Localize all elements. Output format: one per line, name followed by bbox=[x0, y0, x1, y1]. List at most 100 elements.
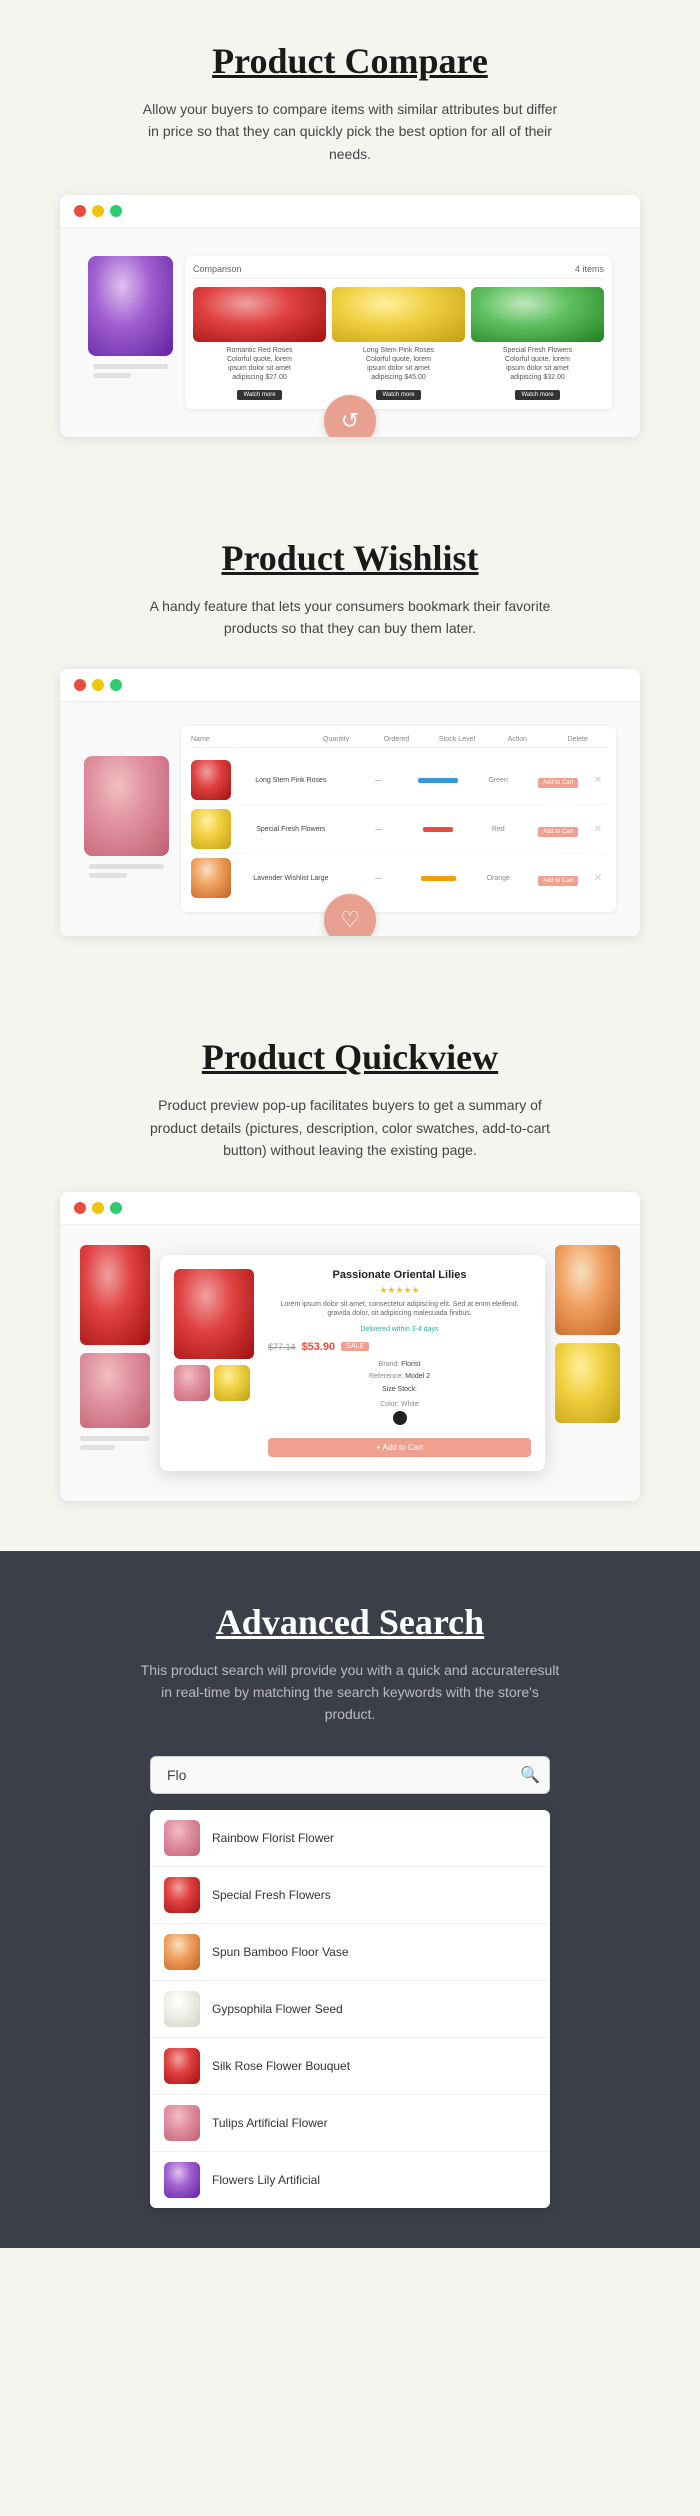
wr1-name: Long Stem Pink Roses bbox=[235, 777, 347, 784]
qv-left-flower-1 bbox=[80, 1245, 150, 1345]
qv-color-swatch[interactable] bbox=[393, 1411, 407, 1425]
search-submit-button[interactable]: 🔍 bbox=[520, 1765, 540, 1785]
compare-item-2-btn[interactable]: Watch more bbox=[376, 390, 420, 400]
compare-header-label: Comparison bbox=[193, 264, 242, 274]
qv-left-flower-2 bbox=[80, 1353, 150, 1428]
sr4-name: Gypsophila Flower Seed bbox=[212, 2002, 343, 2016]
compare-header-count: 4 items bbox=[575, 264, 604, 274]
wr2-name: Special Fresh Flowers bbox=[235, 826, 347, 833]
compare-item-3-text: Special Fresh FlowersColorful quote, lor… bbox=[471, 346, 604, 382]
wishlist-title: Product Wishlist bbox=[60, 537, 640, 579]
wr3-delete[interactable]: ✕ bbox=[590, 873, 606, 884]
wr3-name: Lavender Wishlist Large bbox=[235, 875, 347, 882]
compare-item-2-text: Long Stem Pink RosesColorful quote, lore… bbox=[332, 346, 465, 382]
wr2-delete[interactable]: ✕ bbox=[590, 824, 606, 835]
dot-red-w bbox=[74, 679, 86, 691]
dot-green-q bbox=[110, 1202, 122, 1214]
search-input[interactable] bbox=[150, 1756, 550, 1794]
wt-col-action: Action bbox=[489, 736, 545, 743]
wt-col-ordered: Ordered bbox=[368, 736, 424, 743]
qv-reference: Model 2 bbox=[405, 1373, 430, 1380]
compare-main-lines bbox=[93, 364, 168, 382]
wishlist-row-3: Lavender Wishlist Large — Orange Add to … bbox=[191, 854, 606, 902]
qv-product-title: Passionate Oriental Lilies bbox=[268, 1269, 531, 1281]
sr2-img bbox=[164, 1877, 200, 1913]
search-result-1[interactable]: Rainbow Florist Flower bbox=[150, 1810, 550, 1867]
qv-brand: Florist bbox=[401, 1361, 420, 1368]
search-result-5[interactable]: Silk Rose Flower Bouquet bbox=[150, 2038, 550, 2095]
wishlist-table-header: Name Quantity Ordered Stock Level Action… bbox=[191, 736, 606, 748]
wishlist-desc: A handy feature that lets your consumers… bbox=[140, 595, 560, 640]
qv-right-flower-1 bbox=[555, 1245, 620, 1335]
wr3-qty: — bbox=[351, 875, 407, 882]
ql-line-1 bbox=[80, 1436, 150, 1441]
wr2-btn[interactable]: Add to Cart bbox=[530, 820, 586, 838]
quickview-popup: Passionate Oriental Lilies ★★★★★ Lorem i… bbox=[160, 1255, 545, 1471]
wl-line-1 bbox=[89, 864, 164, 869]
compare-mockup-inner: Comparison 4 items ✕ Romantic Red RosesC… bbox=[60, 228, 640, 436]
sr1-img bbox=[164, 1820, 200, 1856]
compare-section: Product Compare Allow your buyers to com… bbox=[0, 0, 700, 497]
compare-item-2: ✓ Long Stem Pink RosesColorful quote, lo… bbox=[332, 287, 465, 400]
search-box-wrap: 🔍 bbox=[150, 1756, 550, 1794]
wt-col-delete: Delete bbox=[550, 736, 606, 743]
wishlist-section: Product Wishlist A handy feature that le… bbox=[0, 497, 700, 997]
qv-old-price: $77.14 bbox=[268, 1342, 296, 1352]
wr2-qty: — bbox=[351, 826, 407, 833]
dot-yellow bbox=[92, 205, 104, 217]
qv-thumb-2[interactable] bbox=[214, 1365, 250, 1401]
wr1-btn[interactable]: Add to Cart bbox=[530, 771, 586, 789]
compare-products-list: Comparison 4 items ✕ Romantic Red RosesC… bbox=[185, 256, 612, 408]
compare-list-header: Comparison 4 items bbox=[193, 264, 604, 279]
sr3-name: Spun Bamboo Floor Vase bbox=[212, 1945, 349, 1959]
search-title: Advanced Search bbox=[60, 1601, 640, 1643]
search-result-2[interactable]: Special Fresh Flowers bbox=[150, 1867, 550, 1924]
compare-main-product bbox=[88, 256, 173, 382]
compare-item-3: ✕ Special Fresh FlowersColorful quote, l… bbox=[471, 287, 604, 400]
qv-delivery: Delivered within 3-4 days bbox=[268, 1325, 531, 1335]
compare-item-1-btn[interactable]: Watch more bbox=[237, 390, 281, 400]
search-result-6[interactable]: Tulips Artificial Flower bbox=[150, 2095, 550, 2152]
compare-item-3-btn[interactable]: Watch more bbox=[515, 390, 559, 400]
compare-desc: Allow your buyers to compare items with … bbox=[140, 98, 560, 165]
wishlist-row: Name Quantity Ordered Stock Level Action… bbox=[72, 714, 628, 924]
sr7-img bbox=[164, 2162, 200, 2198]
qv-details-col: Passionate Oriental Lilies ★★★★★ Lorem i… bbox=[268, 1269, 531, 1457]
wr1-stock: Green bbox=[470, 777, 526, 784]
wr1-img bbox=[191, 760, 231, 800]
qv-stars: ★★★★★ bbox=[268, 1285, 531, 1296]
wr3-btn[interactable]: Add to Cart bbox=[530, 869, 586, 887]
qv-color-label: Color: White bbox=[268, 1401, 531, 1408]
wr1-ordered bbox=[411, 778, 467, 783]
wishlist-main-product bbox=[84, 756, 169, 882]
quickview-window: Passionate Oriental Lilies ★★★★★ Lorem i… bbox=[60, 1192, 640, 1501]
qv-thumb-1[interactable] bbox=[174, 1365, 210, 1401]
dot-green-w bbox=[110, 679, 122, 691]
compare-title: Product Compare bbox=[60, 40, 640, 82]
qv-sale-badge: SALE bbox=[341, 1342, 369, 1351]
wishlist-main-img bbox=[84, 756, 169, 856]
compare-main-flower-img bbox=[88, 256, 173, 356]
quickview-content-row: Passionate Oriental Lilies ★★★★★ Lorem i… bbox=[76, 1241, 624, 1485]
wishlist-row-2: Special Fresh Flowers — Red Add to Cart … bbox=[191, 805, 606, 854]
wr1-delete[interactable]: ✕ bbox=[590, 775, 606, 786]
search-result-7[interactable]: Flowers Lily Artificial bbox=[150, 2152, 550, 2208]
dot-yellow-w bbox=[92, 679, 104, 691]
search-result-4[interactable]: Gypsophila Flower Seed bbox=[150, 1981, 550, 2038]
search-result-3[interactable]: Spun Bamboo Floor Vase bbox=[150, 1924, 550, 1981]
quickview-mockup: Passionate Oriental Lilies ★★★★★ Lorem i… bbox=[60, 1225, 640, 1501]
qv-left-lines bbox=[80, 1436, 150, 1454]
sr1-name: Rainbow Florist Flower bbox=[212, 1831, 334, 1845]
qv-main-image bbox=[174, 1269, 254, 1359]
wishlist-titlebar bbox=[60, 669, 640, 702]
wr1-qty: — bbox=[351, 777, 407, 784]
wt-col-qty: Quantity bbox=[308, 736, 364, 743]
sr2-name: Special Fresh Flowers bbox=[212, 1888, 331, 1902]
dot-green bbox=[110, 205, 122, 217]
wt-col-stock: Stock Level bbox=[429, 736, 485, 743]
qv-right-flowers bbox=[555, 1245, 620, 1423]
qv-add-to-cart-btn[interactable]: + Add to Cart bbox=[268, 1438, 531, 1457]
line-2 bbox=[93, 373, 131, 378]
wr2-stock: Red bbox=[470, 826, 526, 833]
qv-new-price: $53.90 bbox=[302, 1341, 336, 1353]
